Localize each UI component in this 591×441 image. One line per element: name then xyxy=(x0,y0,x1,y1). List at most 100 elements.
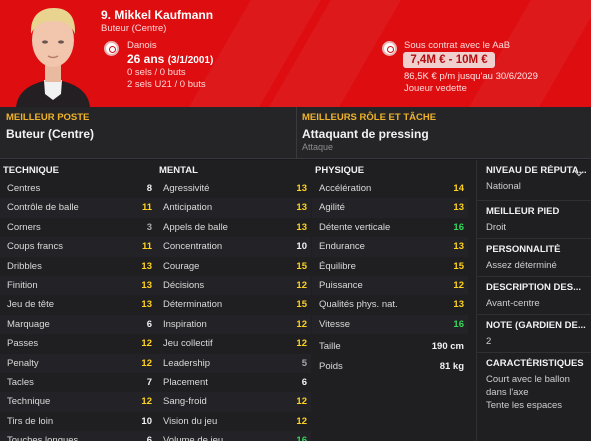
attribute-name: Penalty xyxy=(7,357,39,369)
attributes-panel: TECHNIQUE Centres 8 Contrôle de balle 11 Cor… xyxy=(0,160,476,441)
best-role-label: MEILLEURS RÔLE ET TÂCHE xyxy=(302,112,437,123)
attribute-value: 16 xyxy=(296,435,307,441)
attribute-row[interactable]: Passes 12 xyxy=(0,334,156,353)
attribute-row[interactable]: Placement 6 xyxy=(156,373,311,392)
attribute-name: Passes xyxy=(7,338,39,350)
attribute-row[interactable]: Coups francs 11 xyxy=(0,237,156,257)
attribute-value: 10 xyxy=(296,241,307,253)
attribute-row[interactable]: Agressivité 13 xyxy=(156,179,311,198)
attribute-row[interactable]: Concentration 10 xyxy=(156,237,311,257)
attribute-row[interactable]: Détente verticale 16 xyxy=(312,218,468,237)
attribute-name: Appels de balle xyxy=(163,221,228,233)
best-position[interactable]: MEILLEUR POSTE Buteur (Centre) xyxy=(6,107,291,159)
attribute-name: Accélération xyxy=(319,183,372,194)
attribute-value: 12 xyxy=(141,338,152,350)
player-position: Buteur (Centre) xyxy=(101,23,167,34)
description-block: DESCRIPTION DES... Avant-centre xyxy=(477,276,591,314)
attribute-row[interactable]: Vitesse 16 xyxy=(312,314,468,335)
attribute-name: Corners xyxy=(7,221,41,233)
wage: 86,5K € p/m jusqu'au 30/6/2029 xyxy=(404,71,538,82)
description-title: DESCRIPTION DES... xyxy=(486,282,582,293)
physique-column: PHYSIQUE Accélération 14 Agilité 13 Détente … xyxy=(312,160,468,376)
attribute-row[interactable]: Anticipation 13 xyxy=(156,198,311,218)
attribute-row[interactable]: Vision du jeu 12 xyxy=(156,412,311,431)
attribute-name: Centres xyxy=(7,183,41,194)
attribute-value: 13 xyxy=(453,241,464,253)
transfer-value[interactable]: 7,4M € - 10M € xyxy=(403,52,495,68)
attribute-name: Agilité xyxy=(319,202,345,214)
attribute-value: 15 xyxy=(296,299,307,311)
attribute-value: 8 xyxy=(146,183,152,194)
attribute-row[interactable]: Corners 3 xyxy=(0,218,156,237)
attribute-value: 13 xyxy=(296,183,307,194)
attribute-name: Endurance xyxy=(319,241,365,253)
attribute-row[interactable]: Jeu de tête 13 xyxy=(0,295,156,314)
attribute-value: 12 xyxy=(296,279,307,291)
attribute-value: 12 xyxy=(141,357,152,369)
attribute-name: Tirs de loin xyxy=(7,415,54,427)
physical-stat-value: 190 cm xyxy=(431,341,464,353)
reputation-block[interactable]: NIVEAU DE RÉPUTA... National xyxy=(477,160,591,200)
attribute-row[interactable]: Leadership 5 xyxy=(156,353,311,373)
attribute-name: Jeu de tête xyxy=(7,299,55,311)
attribute-name: Marquage xyxy=(7,318,50,330)
trait-line: dans l'axe xyxy=(486,387,529,398)
attribute-value: 12 xyxy=(296,396,307,408)
best-role[interactable]: MEILLEURS RÔLE ET TÂCHE Attaquant de pre… xyxy=(302,107,587,159)
attribute-row[interactable]: Dribbles 13 xyxy=(0,257,156,276)
attribute-value: 16 xyxy=(453,221,464,233)
attribute-value: 11 xyxy=(141,241,152,253)
physique-title: PHYSIQUE xyxy=(315,165,365,176)
attribute-value: 12 xyxy=(296,318,307,330)
date-of-birth: (3/1/2001) xyxy=(167,55,214,66)
attribute-name: Vitesse xyxy=(319,318,350,330)
attribute-value: 16 xyxy=(453,318,464,330)
attribute-row[interactable]: Puissance 12 xyxy=(312,275,468,296)
attribute-row[interactable]: Marquage 6 xyxy=(0,314,156,335)
attribute-row[interactable]: Tacles 7 xyxy=(0,373,156,392)
attribute-value: 6 xyxy=(146,318,152,330)
attribute-row[interactable]: Inspiration 12 xyxy=(156,314,311,335)
reputation-title: NIVEAU DE RÉPUTA... xyxy=(486,165,586,176)
club-badge-icon xyxy=(104,41,119,56)
attribute-value: 13 xyxy=(453,202,464,214)
attribute-row[interactable]: Technique 12 xyxy=(0,392,156,412)
attribute-name: Puissance xyxy=(319,279,363,291)
attribute-row[interactable]: Jeu collectif 12 xyxy=(156,334,311,353)
player-avatar xyxy=(16,8,90,107)
attribute-row[interactable]: Accélération 14 xyxy=(312,179,468,198)
attribute-row[interactable]: Touches longues 6 xyxy=(0,431,156,441)
traits-block: CARACTÉRISTIQUES J Court avec le ballon … xyxy=(477,352,591,441)
attribute-name: Finition xyxy=(7,279,38,291)
gk-rating-block: NOTE (GARDIEN DE... 2 xyxy=(477,314,591,352)
attribute-row[interactable]: Appels de balle 13 xyxy=(156,218,311,237)
attribute-row[interactable]: Penalty 12 xyxy=(0,353,156,373)
best-position-band: MEILLEUR POSTE Buteur (Centre) MEILLEURS… xyxy=(0,107,591,159)
band-divider xyxy=(296,107,297,159)
physical-stat-name: Taille xyxy=(319,341,341,353)
attribute-value: 13 xyxy=(296,202,307,214)
attribute-row[interactable]: Centres 8 xyxy=(0,179,156,198)
senior-caps: 0 sels / 0 buts xyxy=(127,67,186,78)
squad-status: Joueur vedette xyxy=(404,83,467,94)
attribute-name: Coups francs xyxy=(7,241,63,253)
attribute-row[interactable]: Détermination 15 xyxy=(156,295,311,314)
attribute-row[interactable]: Qualités phys. nat. 13 xyxy=(312,295,468,314)
attribute-row[interactable]: Équilibre 15 xyxy=(312,257,468,276)
attribute-row[interactable]: Décisions 12 xyxy=(156,275,311,296)
technique-title: TECHNIQUE xyxy=(3,165,59,176)
attribute-row[interactable]: Agilité 13 xyxy=(312,198,468,218)
attribute-row[interactable]: Tirs de loin 10 xyxy=(0,412,156,431)
attribute-row[interactable]: Courage 15 xyxy=(156,257,311,276)
attribute-row[interactable]: Finition 13 xyxy=(0,275,156,296)
attribute-row[interactable]: Endurance 13 xyxy=(312,237,468,257)
attribute-name: Jeu collectif xyxy=(163,338,213,350)
attribute-row[interactable]: Sang-froid 12 xyxy=(156,392,311,412)
attribute-name: Contrôle de balle xyxy=(7,202,79,214)
attribute-row[interactable]: Contrôle de balle 11 xyxy=(0,198,156,218)
attribute-name: Qualités phys. nat. xyxy=(319,299,398,311)
gk-rating-value: 2 xyxy=(486,336,492,347)
attribute-row[interactable]: Volume de jeu 16 xyxy=(156,431,311,441)
attribute-value: 15 xyxy=(453,260,464,272)
attribute-name: Inspiration xyxy=(163,318,207,330)
